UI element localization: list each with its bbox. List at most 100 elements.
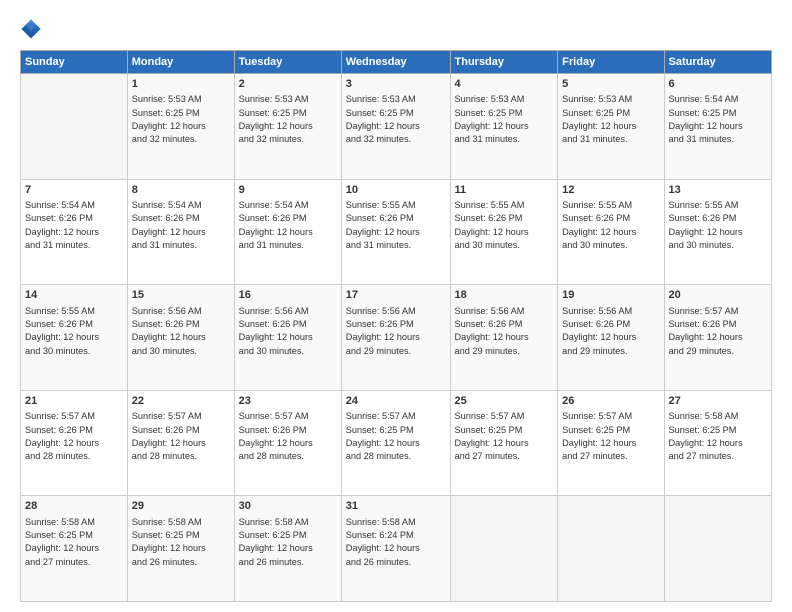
day-cell: 26Sunrise: 5:57 AMSunset: 6:25 PMDayligh…: [558, 390, 664, 496]
day-cell: 4Sunrise: 5:53 AMSunset: 6:25 PMDaylight…: [450, 74, 558, 180]
day-info: Sunrise: 5:54 AMSunset: 6:26 PMDaylight:…: [239, 199, 337, 252]
day-cell: 14 Sunrise: 5:55 AMSunset: 6:26 PMDayligh…: [21, 285, 128, 391]
day-info: Sunrise: 5:57 AMSunset: 6:25 PMDaylight:…: [562, 410, 659, 463]
day-number: 25: [455, 394, 554, 409]
day-number: 14: [25, 288, 123, 303]
day-number: 1: [132, 77, 230, 92]
day-cell: [664, 496, 772, 602]
day-cell: 31 Sunrise: 5:58 AMSunset: 6:24 PMDayligh…: [341, 496, 450, 602]
week-row-2: 7Sunrise: 5:54 AMSunset: 6:26 PMDaylight…: [21, 179, 772, 285]
day-info: Sunrise: 5:54 AMSunset: 6:26 PMDaylight:…: [25, 199, 123, 252]
day-number: 8: [132, 183, 230, 198]
day-number: 2: [239, 77, 337, 92]
day-number: 29: [132, 499, 230, 514]
header-cell-monday: Monday: [127, 51, 234, 74]
day-cell: 19Sunrise: 5:56 AMSunset: 6:26 PMDayligh…: [558, 285, 664, 391]
header-cell-sunday: Sunday: [21, 51, 128, 74]
day-number: 16: [239, 288, 337, 303]
day-info: Sunrise: 5:54 AMSunset: 6:26 PMDaylight:…: [132, 199, 230, 252]
day-cell: 20Sunrise: 5:57 AMSunset: 6:26 PMDayligh…: [664, 285, 772, 391]
day-number: 10: [346, 183, 446, 198]
day-cell: [558, 496, 664, 602]
day-info: Sunrise: 5:56 AMSunset: 6:26 PMDaylight:…: [346, 305, 446, 358]
day-cell: 12Sunrise: 5:55 AMSunset: 6:26 PMDayligh…: [558, 179, 664, 285]
logo: [20, 18, 46, 40]
day-info: Sunrise: 5:58 AMSunset: 6:25 PMDaylight:…: [669, 410, 768, 463]
day-info: Sunrise: 5:55 AMSunset: 6:26 PMDaylight:…: [346, 199, 446, 252]
day-info: Sunrise: 5:53 AMSunset: 6:25 PMDaylight:…: [455, 93, 554, 146]
day-number: 30: [239, 499, 337, 514]
calendar-table: SundayMondayTuesdayWednesdayThursdayFrid…: [20, 50, 772, 602]
day-cell: 13Sunrise: 5:55 AMSunset: 6:26 PMDayligh…: [664, 179, 772, 285]
day-cell: 18Sunrise: 5:56 AMSunset: 6:26 PMDayligh…: [450, 285, 558, 391]
day-number: 15: [132, 288, 230, 303]
day-number: 26: [562, 394, 659, 409]
day-cell: 2Sunrise: 5:53 AMSunset: 6:25 PMDaylight…: [234, 74, 341, 180]
day-info: Sunrise: 5:57 AMSunset: 6:25 PMDaylight:…: [346, 410, 446, 463]
day-info: Sunrise: 5:53 AMSunset: 6:25 PMDaylight:…: [239, 93, 337, 146]
logo-icon: [20, 18, 42, 40]
day-number: 24: [346, 394, 446, 409]
day-cell: 22Sunrise: 5:57 AMSunset: 6:26 PMDayligh…: [127, 390, 234, 496]
day-number: 3: [346, 77, 446, 92]
day-info: Sunrise: 5:56 AMSunset: 6:26 PMDaylight:…: [239, 305, 337, 358]
day-info: Sunrise: 5:55 AMSunset: 6:26 PMDaylight:…: [25, 305, 123, 358]
day-info: Sunrise: 5:57 AMSunset: 6:26 PMDaylight:…: [25, 410, 123, 463]
day-cell: [21, 74, 128, 180]
day-cell: 28Sunrise: 5:58 AMSunset: 6:25 PMDayligh…: [21, 496, 128, 602]
calendar-page: SundayMondayTuesdayWednesdayThursdayFrid…: [0, 0, 792, 612]
day-info: Sunrise: 5:56 AMSunset: 6:26 PMDaylight:…: [132, 305, 230, 358]
header-cell-thursday: Thursday: [450, 51, 558, 74]
header-cell-tuesday: Tuesday: [234, 51, 341, 74]
day-cell: 24Sunrise: 5:57 AMSunset: 6:25 PMDayligh…: [341, 390, 450, 496]
day-cell: 5Sunrise: 5:53 AMSunset: 6:25 PMDaylight…: [558, 74, 664, 180]
week-row-4: 21Sunrise: 5:57 AMSunset: 6:26 PMDayligh…: [21, 390, 772, 496]
day-number: 5: [562, 77, 659, 92]
day-cell: 8Sunrise: 5:54 AMSunset: 6:26 PMDaylight…: [127, 179, 234, 285]
day-number: 9: [239, 183, 337, 198]
day-cell: 25Sunrise: 5:57 AMSunset: 6:25 PMDayligh…: [450, 390, 558, 496]
day-info: Sunrise: 5:55 AMSunset: 6:26 PMDaylight:…: [669, 199, 768, 252]
day-cell: 17 Sunrise: 5:56 AMSunset: 6:26 PMDayligh…: [341, 285, 450, 391]
day-number: 7: [25, 183, 123, 198]
day-number: 21: [25, 394, 123, 409]
day-number: 20: [669, 288, 768, 303]
day-cell: 11Sunrise: 5:55 AMSunset: 6:26 PMDayligh…: [450, 179, 558, 285]
day-number: 27: [669, 394, 768, 409]
day-info: Sunrise: 5:58 AMSunset: 6:24 PMDaylight:…: [346, 516, 446, 569]
day-number: 31: [346, 499, 446, 514]
day-info: Sunrise: 5:56 AMSunset: 6:26 PMDaylight:…: [455, 305, 554, 358]
day-cell: 21Sunrise: 5:57 AMSunset: 6:26 PMDayligh…: [21, 390, 128, 496]
header-cell-saturday: Saturday: [664, 51, 772, 74]
day-number: 17: [346, 288, 446, 303]
day-cell: 15 Sunrise: 5:56 AMSunset: 6:26 PMDayligh…: [127, 285, 234, 391]
day-number: 12: [562, 183, 659, 198]
day-info: Sunrise: 5:53 AMSunset: 6:25 PMDaylight:…: [346, 93, 446, 146]
header-row: SundayMondayTuesdayWednesdayThursdayFrid…: [21, 51, 772, 74]
day-cell: 10Sunrise: 5:55 AMSunset: 6:26 PMDayligh…: [341, 179, 450, 285]
day-info: Sunrise: 5:58 AMSunset: 6:25 PMDaylight:…: [239, 516, 337, 569]
week-row-5: 28Sunrise: 5:58 AMSunset: 6:25 PMDayligh…: [21, 496, 772, 602]
day-cell: 1Sunrise: 5:53 AMSunset: 6:25 PMDaylight…: [127, 74, 234, 180]
header-cell-wednesday: Wednesday: [341, 51, 450, 74]
day-number: 13: [669, 183, 768, 198]
day-cell: 29Sunrise: 5:58 AMSunset: 6:25 PMDayligh…: [127, 496, 234, 602]
day-number: 23: [239, 394, 337, 409]
day-cell: 6Sunrise: 5:54 AMSunset: 6:25 PMDaylight…: [664, 74, 772, 180]
day-info: Sunrise: 5:53 AMSunset: 6:25 PMDaylight:…: [562, 93, 659, 146]
week-row-1: 1Sunrise: 5:53 AMSunset: 6:25 PMDaylight…: [21, 74, 772, 180]
header-cell-friday: Friday: [558, 51, 664, 74]
day-cell: 9Sunrise: 5:54 AMSunset: 6:26 PMDaylight…: [234, 179, 341, 285]
day-cell: 7Sunrise: 5:54 AMSunset: 6:26 PMDaylight…: [21, 179, 128, 285]
day-cell: 3Sunrise: 5:53 AMSunset: 6:25 PMDaylight…: [341, 74, 450, 180]
day-info: Sunrise: 5:57 AMSunset: 6:25 PMDaylight:…: [455, 410, 554, 463]
day-info: Sunrise: 5:54 AMSunset: 6:25 PMDaylight:…: [669, 93, 768, 146]
day-info: Sunrise: 5:58 AMSunset: 6:25 PMDaylight:…: [25, 516, 123, 569]
day-number: 4: [455, 77, 554, 92]
day-cell: 30 Sunrise: 5:58 AMSunset: 6:25 PMDayligh…: [234, 496, 341, 602]
day-cell: 27Sunrise: 5:58 AMSunset: 6:25 PMDayligh…: [664, 390, 772, 496]
week-row-3: 14 Sunrise: 5:55 AMSunset: 6:26 PMDayligh…: [21, 285, 772, 391]
day-info: Sunrise: 5:53 AMSunset: 6:25 PMDaylight:…: [132, 93, 230, 146]
day-number: 6: [669, 77, 768, 92]
day-info: Sunrise: 5:55 AMSunset: 6:26 PMDaylight:…: [562, 199, 659, 252]
